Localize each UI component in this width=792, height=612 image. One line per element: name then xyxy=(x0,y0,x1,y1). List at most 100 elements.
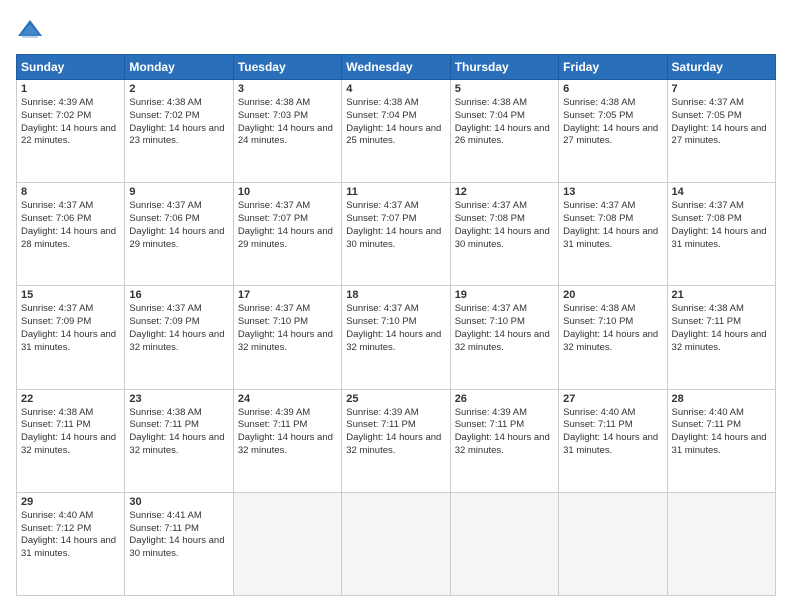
sunrise-label: Sunrise: 4:38 AM xyxy=(346,97,418,108)
calendar-cell: 1 Sunrise: 4:39 AM Sunset: 7:02 PM Dayli… xyxy=(17,80,125,183)
day-number: 26 xyxy=(455,393,554,405)
daylight-label: Daylight: 14 hours and 32 minutes. xyxy=(455,329,550,353)
cell-content: Sunrise: 4:37 AM Sunset: 7:05 PM Dayligh… xyxy=(672,97,771,148)
sunrise-label: Sunrise: 4:37 AM xyxy=(21,200,93,211)
cell-content: Sunrise: 4:40 AM Sunset: 7:11 PM Dayligh… xyxy=(563,407,662,458)
cell-content: Sunrise: 4:37 AM Sunset: 7:08 PM Dayligh… xyxy=(672,200,771,251)
sunset-label: Sunset: 7:05 PM xyxy=(672,110,742,121)
daylight-label: Daylight: 14 hours and 32 minutes. xyxy=(455,432,550,456)
sunset-label: Sunset: 7:11 PM xyxy=(346,419,416,430)
sunrise-label: Sunrise: 4:37 AM xyxy=(346,303,418,314)
calendar-header-wednesday: Wednesday xyxy=(342,55,450,80)
daylight-label: Daylight: 14 hours and 27 minutes. xyxy=(563,123,658,147)
calendar-cell: 28 Sunrise: 4:40 AM Sunset: 7:11 PM Dayl… xyxy=(667,389,775,492)
calendar-cell xyxy=(450,492,558,595)
daylight-label: Daylight: 14 hours and 32 minutes. xyxy=(21,432,116,456)
calendar-cell: 21 Sunrise: 4:38 AM Sunset: 7:11 PM Dayl… xyxy=(667,286,775,389)
daylight-label: Daylight: 14 hours and 31 minutes. xyxy=(672,226,767,250)
day-number: 23 xyxy=(129,393,228,405)
cell-content: Sunrise: 4:39 AM Sunset: 7:11 PM Dayligh… xyxy=(455,407,554,458)
sunset-label: Sunset: 7:11 PM xyxy=(129,523,199,534)
sunset-label: Sunset: 7:10 PM xyxy=(563,316,633,327)
sunrise-label: Sunrise: 4:39 AM xyxy=(455,407,527,418)
calendar-cell xyxy=(233,492,341,595)
sunrise-label: Sunrise: 4:38 AM xyxy=(672,303,744,314)
cell-content: Sunrise: 4:38 AM Sunset: 7:11 PM Dayligh… xyxy=(672,303,771,354)
calendar-cell: 13 Sunrise: 4:37 AM Sunset: 7:08 PM Dayl… xyxy=(559,183,667,286)
cell-content: Sunrise: 4:38 AM Sunset: 7:05 PM Dayligh… xyxy=(563,97,662,148)
calendar-cell: 14 Sunrise: 4:37 AM Sunset: 7:08 PM Dayl… xyxy=(667,183,775,286)
day-number: 16 xyxy=(129,289,228,301)
day-number: 6 xyxy=(563,83,662,95)
daylight-label: Daylight: 14 hours and 32 minutes. xyxy=(238,432,333,456)
day-number: 7 xyxy=(672,83,771,95)
sunset-label: Sunset: 7:08 PM xyxy=(672,213,742,224)
cell-content: Sunrise: 4:38 AM Sunset: 7:02 PM Dayligh… xyxy=(129,97,228,148)
daylight-label: Daylight: 14 hours and 32 minutes. xyxy=(238,329,333,353)
cell-content: Sunrise: 4:38 AM Sunset: 7:04 PM Dayligh… xyxy=(346,97,445,148)
cell-content: Sunrise: 4:37 AM Sunset: 7:06 PM Dayligh… xyxy=(129,200,228,251)
day-number: 5 xyxy=(455,83,554,95)
calendar-week-5: 29 Sunrise: 4:40 AM Sunset: 7:12 PM Dayl… xyxy=(17,492,776,595)
day-number: 30 xyxy=(129,496,228,508)
daylight-label: Daylight: 14 hours and 26 minutes. xyxy=(455,123,550,147)
daylight-label: Daylight: 14 hours and 24 minutes. xyxy=(238,123,333,147)
calendar-cell: 8 Sunrise: 4:37 AM Sunset: 7:06 PM Dayli… xyxy=(17,183,125,286)
cell-content: Sunrise: 4:39 AM Sunset: 7:02 PM Dayligh… xyxy=(21,97,120,148)
cell-content: Sunrise: 4:38 AM Sunset: 7:11 PM Dayligh… xyxy=(21,407,120,458)
cell-content: Sunrise: 4:41 AM Sunset: 7:11 PM Dayligh… xyxy=(129,510,228,561)
day-number: 14 xyxy=(672,186,771,198)
sunrise-label: Sunrise: 4:39 AM xyxy=(21,97,93,108)
sunrise-label: Sunrise: 4:40 AM xyxy=(21,510,93,521)
daylight-label: Daylight: 14 hours and 32 minutes. xyxy=(129,432,224,456)
day-number: 24 xyxy=(238,393,337,405)
logo-icon xyxy=(16,16,44,44)
page: SundayMondayTuesdayWednesdayThursdayFrid… xyxy=(0,0,792,612)
sunrise-label: Sunrise: 4:37 AM xyxy=(238,200,310,211)
day-number: 11 xyxy=(346,186,445,198)
cell-content: Sunrise: 4:38 AM Sunset: 7:04 PM Dayligh… xyxy=(455,97,554,148)
sunrise-label: Sunrise: 4:38 AM xyxy=(129,97,201,108)
cell-content: Sunrise: 4:37 AM Sunset: 7:07 PM Dayligh… xyxy=(346,200,445,251)
sunset-label: Sunset: 7:04 PM xyxy=(346,110,416,121)
sunset-label: Sunset: 7:06 PM xyxy=(21,213,91,224)
day-number: 9 xyxy=(129,186,228,198)
day-number: 13 xyxy=(563,186,662,198)
cell-content: Sunrise: 4:37 AM Sunset: 7:07 PM Dayligh… xyxy=(238,200,337,251)
calendar-cell xyxy=(559,492,667,595)
calendar-header-row: SundayMondayTuesdayWednesdayThursdayFrid… xyxy=(17,55,776,80)
day-number: 2 xyxy=(129,83,228,95)
calendar-cell: 4 Sunrise: 4:38 AM Sunset: 7:04 PM Dayli… xyxy=(342,80,450,183)
day-number: 8 xyxy=(21,186,120,198)
calendar-header-saturday: Saturday xyxy=(667,55,775,80)
sunset-label: Sunset: 7:05 PM xyxy=(563,110,633,121)
calendar-cell: 11 Sunrise: 4:37 AM Sunset: 7:07 PM Dayl… xyxy=(342,183,450,286)
sunrise-label: Sunrise: 4:37 AM xyxy=(672,200,744,211)
calendar-header-tuesday: Tuesday xyxy=(233,55,341,80)
calendar-cell: 12 Sunrise: 4:37 AM Sunset: 7:08 PM Dayl… xyxy=(450,183,558,286)
daylight-label: Daylight: 14 hours and 25 minutes. xyxy=(346,123,441,147)
calendar-cell: 2 Sunrise: 4:38 AM Sunset: 7:02 PM Dayli… xyxy=(125,80,233,183)
calendar-week-2: 8 Sunrise: 4:37 AM Sunset: 7:06 PM Dayli… xyxy=(17,183,776,286)
sunrise-label: Sunrise: 4:41 AM xyxy=(129,510,201,521)
calendar-header-friday: Friday xyxy=(559,55,667,80)
daylight-label: Daylight: 14 hours and 30 minutes. xyxy=(455,226,550,250)
calendar-table: SundayMondayTuesdayWednesdayThursdayFrid… xyxy=(16,54,776,596)
calendar-cell: 23 Sunrise: 4:38 AM Sunset: 7:11 PM Dayl… xyxy=(125,389,233,492)
daylight-label: Daylight: 14 hours and 31 minutes. xyxy=(672,432,767,456)
sunrise-label: Sunrise: 4:38 AM xyxy=(129,407,201,418)
cell-content: Sunrise: 4:37 AM Sunset: 7:09 PM Dayligh… xyxy=(129,303,228,354)
calendar-cell: 9 Sunrise: 4:37 AM Sunset: 7:06 PM Dayli… xyxy=(125,183,233,286)
sunset-label: Sunset: 7:02 PM xyxy=(21,110,91,121)
cell-content: Sunrise: 4:37 AM Sunset: 7:10 PM Dayligh… xyxy=(238,303,337,354)
day-number: 12 xyxy=(455,186,554,198)
sunrise-label: Sunrise: 4:39 AM xyxy=(238,407,310,418)
sunset-label: Sunset: 7:02 PM xyxy=(129,110,199,121)
daylight-label: Daylight: 14 hours and 31 minutes. xyxy=(21,535,116,559)
daylight-label: Daylight: 14 hours and 32 minutes. xyxy=(563,329,658,353)
cell-content: Sunrise: 4:37 AM Sunset: 7:08 PM Dayligh… xyxy=(455,200,554,251)
daylight-label: Daylight: 14 hours and 32 minutes. xyxy=(672,329,767,353)
sunrise-label: Sunrise: 4:40 AM xyxy=(563,407,635,418)
sunset-label: Sunset: 7:11 PM xyxy=(455,419,525,430)
sunrise-label: Sunrise: 4:37 AM xyxy=(455,200,527,211)
